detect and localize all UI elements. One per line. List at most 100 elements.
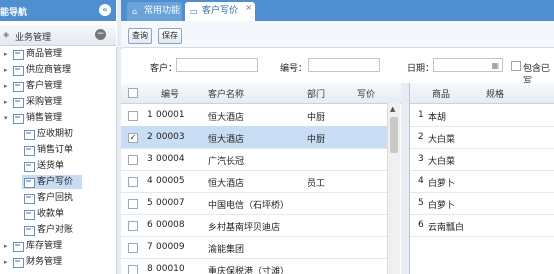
sidebar-item-inventory[interactable]: ▸ 库存管理 (0, 239, 116, 253)
table-row[interactable]: 7 00009 渝能集团 (121, 236, 387, 259)
cell-product: 白萝卜 (428, 179, 456, 189)
table-row[interactable]: 2 大白菜 (410, 126, 554, 149)
table-row[interactable]: 6 00008 乡村基南坪贝迪店 (121, 214, 387, 237)
table-row[interactable]: 3 大白菜 (410, 148, 554, 171)
expand-arrow-icon[interactable]: ▸ (4, 47, 12, 61)
row-number: 4 (147, 176, 153, 186)
sidebar-item-sales[interactable]: ▾ 销售管理 (0, 111, 116, 125)
calendar-icon[interactable]: ▦ (491, 59, 499, 73)
sidebar-item-product[interactable]: ▸ 商品管理 (0, 47, 116, 61)
row-checkbox[interactable] (128, 177, 138, 187)
cell-name: 重庆保税港（寸滩） (208, 267, 290, 274)
cell-name: 渝能集团 (208, 245, 245, 255)
cell-name: 恒大酒店 (208, 113, 245, 123)
sidebar-item-label: 客户对账 (37, 225, 74, 235)
customer-input[interactable] (176, 58, 258, 72)
cell-name: 恒大酒店 (208, 179, 245, 189)
sidebar-item-customer-quote[interactable]: 客户写价 (22, 175, 82, 189)
table-row[interactable]: 1 00001 恒大酒店 中厨 (121, 104, 387, 127)
code-input[interactable] (308, 58, 380, 72)
home-icon: ⌂ (132, 7, 138, 16)
row-number: 4 (418, 176, 424, 186)
sidebar-item-purchase[interactable]: ▸ 采购管理 (0, 95, 116, 109)
sidebar-item-label: 财务管理 (26, 257, 63, 267)
row-number: 7 (147, 242, 153, 252)
column-header-spec[interactable]: 规格 (486, 87, 504, 100)
column-header-dept[interactable]: 部门 (307, 87, 325, 100)
column-header-quote[interactable]: 写价 (357, 87, 375, 100)
sidebar-item-supplier[interactable]: ▸ 供应商管理 (0, 63, 116, 77)
cell-product: 大白菜 (428, 157, 456, 167)
expand-arrow-icon[interactable]: ▸ (4, 95, 12, 109)
product-grid: 商品 规格 1 本胡 2 大白菜 3 大白菜 4 白萝卜 5 白萝卜 6 云南瓢… (409, 83, 554, 274)
collapse-nav-icon[interactable]: « (99, 4, 111, 16)
nav-tree: ▸ 商品管理 ▸ 供应商管理 ▸ 客户管理 ▸ 采购管理 ▾ 销售管理 应收期初… (0, 47, 117, 274)
table-row[interactable]: 3 00004 广汽长冠 (121, 148, 387, 171)
table-row[interactable]: ✓ 2 00003 恒大酒店 中厨 (121, 126, 387, 149)
include-quoted-checkbox[interactable] (511, 61, 521, 71)
tab-label: 常用功能 (144, 6, 181, 16)
row-number: 2 (418, 132, 424, 142)
row-checkbox[interactable] (128, 199, 138, 209)
row-checkbox[interactable] (128, 221, 138, 231)
table-row[interactable]: 8 00010 重庆保税港（寸滩） (121, 258, 387, 274)
cell-name: 广汽长冠 (208, 157, 245, 167)
row-checkbox[interactable] (128, 111, 138, 121)
collapse-arrow-icon[interactable]: ▾ (4, 111, 12, 125)
grid-scrollbar[interactable]: ▲ (387, 103, 400, 274)
table-row[interactable]: 5 白萝卜 (410, 192, 554, 215)
sidebar-item-receivable-opening[interactable]: 应收期初 (0, 127, 116, 141)
document-icon (24, 194, 35, 204)
folder-icon (13, 50, 24, 60)
grid-header: 编号 客户名称 部门 写价 (121, 83, 401, 104)
cell-dept: 中厨 (307, 113, 326, 123)
tab-customer-quote[interactable]: ▭ 客户写价 × (185, 2, 255, 21)
table-row[interactable]: 4 白萝卜 (410, 170, 554, 193)
close-tab-icon[interactable]: × (245, 0, 252, 17)
table-row[interactable]: 4 00005 恒大酒店 员工 (121, 170, 387, 193)
sidebar-item-finance[interactable]: ▸ 财务管理 (0, 255, 116, 269)
cell-name: 中国电信（石坪桥） (208, 201, 290, 211)
column-header-name[interactable]: 客户名称 (208, 87, 244, 100)
sidebar-item-customer-receipt[interactable]: 客户回执 (0, 191, 116, 205)
sidebar-item-label: 供应商管理 (26, 65, 72, 75)
expand-arrow-icon[interactable]: ▸ (4, 239, 12, 253)
group-collapse-icon[interactable]: − (95, 29, 106, 40)
column-header-product[interactable]: 商品 (432, 87, 450, 100)
save-button[interactable]: 保存 (158, 28, 182, 44)
cell-code: 00010 (156, 264, 185, 274)
sidebar-item-label: 应收期初 (37, 129, 74, 139)
cell-code: 00003 (156, 132, 185, 142)
scroll-up-icon[interactable]: ▲ (390, 105, 395, 113)
cell-product: 本胡 (428, 113, 447, 123)
expand-arrow-icon[interactable]: ▸ (4, 79, 12, 93)
cell-code: 00007 (156, 198, 185, 208)
row-checkbox[interactable] (128, 265, 138, 274)
nav-group-header[interactable]: ◈ 业务管理 − (0, 25, 116, 46)
expand-arrow-icon[interactable]: ▸ (4, 63, 12, 77)
cell-code: 00009 (156, 242, 185, 252)
customer-grid: 编号 客户名称 部门 写价 1 00001 恒大酒店 中厨 ✓ 2 00003 … (121, 83, 402, 274)
table-row[interactable]: 1 本胡 (410, 104, 554, 127)
tab-common-functions[interactable]: ⌂ 常用功能 (127, 2, 182, 21)
grid-splitter[interactable] (401, 83, 409, 274)
sidebar-item-customer[interactable]: ▸ 客户管理 (0, 79, 116, 93)
query-button[interactable]: 查询 (128, 28, 152, 44)
cell-name: 恒大酒店 (208, 135, 245, 145)
sidebar-item-collection[interactable]: 收款单 (0, 207, 116, 221)
sidebar-item-delivery[interactable]: 送货单 (0, 159, 116, 173)
expand-arrow-icon[interactable]: ▸ (4, 255, 12, 269)
row-checkbox-checked[interactable]: ✓ (128, 133, 138, 143)
table-row[interactable]: 5 00007 中国电信（石坪桥） (121, 192, 387, 215)
select-all-checkbox[interactable] (128, 88, 138, 98)
column-header-code[interactable]: 编号 (161, 87, 179, 100)
sidebar-item-label: 销售管理 (26, 113, 63, 123)
row-checkbox[interactable] (128, 155, 138, 165)
table-row[interactable]: 6 云南瓢白 (410, 214, 554, 237)
scrollbar-thumb[interactable] (390, 117, 398, 153)
row-number: 5 (147, 198, 153, 208)
row-checkbox[interactable] (128, 243, 138, 253)
date-input[interactable]: ▦ (433, 58, 503, 72)
sidebar-item-sales-order[interactable]: 销售订单 (0, 143, 116, 157)
sidebar-item-statement[interactable]: 客户对账 (0, 223, 116, 237)
